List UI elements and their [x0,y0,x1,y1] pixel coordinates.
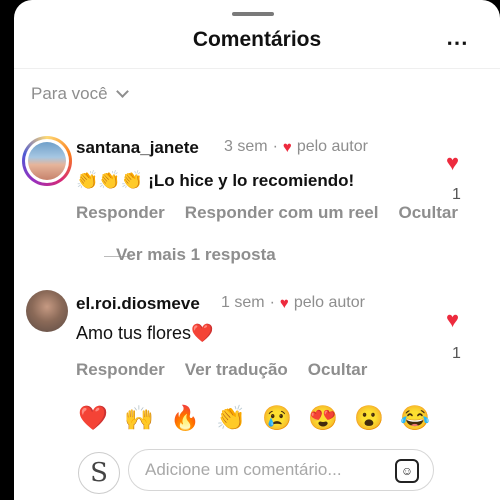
reaction-clap[interactable]: 👏 [216,404,246,433]
page-title: Comentários [192,28,322,51]
heart-icon: ♥ [279,294,289,312]
more-options-icon[interactable]: ⋯ [446,30,469,56]
drag-handle[interactable] [232,12,274,16]
avatar-letter: S [90,458,108,488]
separator-dot: · [272,138,278,155]
comment-composer: ☺ [128,449,434,491]
reaction-raised-hands[interactable]: 🙌 [124,404,154,433]
like-heart-icon[interactable]: ♥ [446,150,459,176]
heart-icon: ♥ [282,138,292,156]
reaction-surprised[interactable]: 😮 [354,404,384,433]
comment-body: Amo tus flores❤️ [76,323,214,343]
liked-by-author: pelo autor [293,294,365,311]
separator-dot: · [269,294,275,311]
comment-username[interactable]: santana_janete [76,138,199,158]
comment-time: 3 sem [224,138,268,155]
filter-dropdown[interactable]: Para você [31,84,129,104]
comment-actions: Responder Responder com um reel Ocultar [76,203,458,223]
reaction-laughing[interactable]: 😂 [400,404,430,433]
like-count: 1 [452,345,461,362]
reply-button[interactable]: Responder [76,203,165,223]
reaction-heart[interactable]: ❤️ [78,404,108,433]
comment-input[interactable] [143,459,377,481]
chevron-down-icon [115,84,129,98]
avatar[interactable] [26,290,68,332]
comment-text: 👏👏👏 ¡Lo hice y lo recomiendo! [76,170,354,191]
comment-meta: 3 sem · ♥ pelo autor [224,138,368,156]
comment-meta: 1 sem · ♥ pelo autor [221,294,365,312]
quick-reactions-bar: ❤️ 🙌 🔥 👏 😢 😍 😮 😂 [78,404,430,433]
comment-body: ¡Lo hice y lo recomiendo! [148,171,355,190]
like-count: 1 [452,186,461,203]
comment-actions: Responder Ver tradução Ocultar [76,360,367,380]
like-heart-icon[interactable]: ♥ [446,307,459,333]
avatar-ring-inner [25,139,69,183]
reaction-cry[interactable]: 😢 [262,404,292,433]
reply-with-reel-button[interactable]: Responder com um reel [185,203,379,223]
comment-emoji: 👏👏👏 [76,170,144,190]
comment-username[interactable]: el.roi.diosmeve [76,294,200,314]
sticker-icon[interactable]: ☺ [395,459,419,483]
reaction-fire[interactable]: 🔥 [170,404,200,433]
hide-button[interactable]: Ocultar [308,360,368,380]
filter-label: Para você [31,84,108,103]
reply-button[interactable]: Responder [76,360,165,380]
comments-sheet: Comentários ⋯ Para você santana_janete 3… [14,0,500,500]
hide-button[interactable]: Ocultar [398,203,458,223]
avatar-image [28,142,66,180]
translate-button[interactable]: Ver tradução [185,360,288,380]
avatar[interactable] [22,136,72,186]
current-user-avatar: S [78,452,120,494]
view-more-replies[interactable]: Ver mais 1 resposta [116,245,276,265]
liked-by-author: pelo autor [296,138,368,155]
header-divider [14,68,500,69]
reaction-heart-eyes[interactable]: 😍 [308,404,338,433]
comment-time: 1 sem [221,294,265,311]
